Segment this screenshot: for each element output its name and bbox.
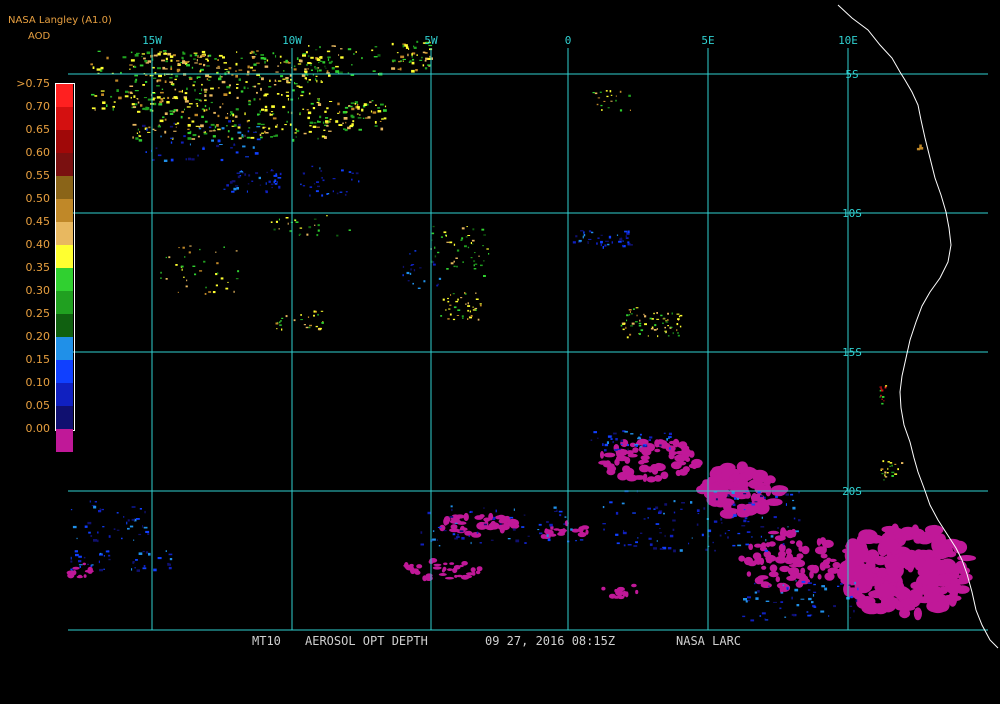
- aerosol-pixels: [66, 40, 976, 622]
- footer-product: MT10: [252, 634, 281, 648]
- latitude-label: 10S: [842, 207, 862, 220]
- legend-swatch: [56, 314, 73, 337]
- legend-label: 0.25: [25, 307, 51, 320]
- legend-swatch: [56, 199, 73, 222]
- latitude-label: 20S: [842, 485, 862, 498]
- legend-label: 0.15: [25, 353, 51, 366]
- legend-label: 0.30: [25, 284, 51, 297]
- longitude-label: 5E: [701, 34, 714, 47]
- legend-swatch: [56, 291, 73, 314]
- legend-swatch: [56, 245, 73, 268]
- legend-swatch: [56, 406, 73, 429]
- legend-label: >0.75: [16, 77, 50, 90]
- aerosol-map: 15W 10W 5W 0 5E 10E 5S 10S 15S 20S: [66, 4, 999, 649]
- legend-label: 0.65: [25, 123, 51, 136]
- longitude-label: 0: [565, 34, 572, 47]
- legend-label: 0.60: [25, 146, 51, 159]
- footer-datetime: 09 27, 2016 08:15Z: [485, 634, 616, 648]
- longitude-label: 10E: [838, 34, 858, 47]
- legend-swatch: [56, 176, 73, 199]
- legend-swatch: [56, 107, 73, 130]
- legend-swatch: [56, 360, 73, 383]
- legend-swatch: [56, 153, 73, 176]
- legend-label: 0.40: [25, 238, 51, 251]
- legend-label: 0.10: [25, 376, 51, 389]
- legend-swatch: [56, 84, 73, 107]
- longitude-label: 15W: [142, 34, 162, 47]
- legend-label: 0.20: [25, 330, 51, 343]
- legend-label: 0.50: [25, 192, 51, 205]
- legend-label: 0.00: [25, 422, 51, 435]
- legend-swatch: [56, 222, 73, 245]
- legend-swatch: [56, 337, 73, 360]
- latitude-label: 5S: [845, 68, 858, 81]
- legend-swatch: [56, 268, 73, 291]
- legend-label: 0.55: [25, 169, 51, 182]
- legend-label: 0.35: [25, 261, 51, 274]
- footer-bar: MT10 AEROSOL OPT DEPTH 09 27, 2016 08:15…: [0, 634, 1000, 704]
- latitude-label: 15S: [842, 346, 862, 359]
- legend-swatch: [56, 429, 73, 452]
- footer-source: NASA LARC: [676, 634, 742, 648]
- longitude-label: 5W: [424, 34, 438, 47]
- legend-swatch: [56, 130, 73, 153]
- legend-label: 0.45: [25, 215, 51, 228]
- footer-title: AEROSOL OPT DEPTH: [305, 634, 428, 648]
- longitude-label: 10W: [282, 34, 302, 47]
- legend-swatch: [56, 383, 73, 406]
- legend-label: 0.70: [25, 100, 51, 113]
- aod-legend: >0.75 0.70 0.65 0.60 0.55 0.50 0.45 0.40 0.35 0.3…: [0, 77, 80, 452]
- legend-label: 0.05: [25, 399, 51, 412]
